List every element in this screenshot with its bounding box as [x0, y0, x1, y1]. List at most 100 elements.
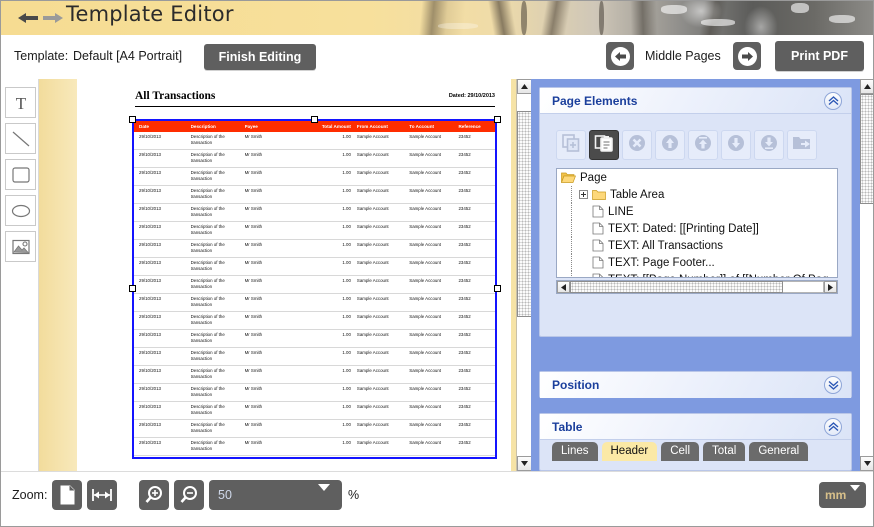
panel-scroll-thumb[interactable] [860, 94, 873, 204]
tree-item[interactable]: Page [557, 169, 837, 186]
chevron-down-icon[interactable] [824, 376, 842, 394]
tree-item[interactable]: TEXT: Page Footer... [557, 254, 837, 271]
panel-vertical-scrollbar[interactable] [860, 79, 873, 471]
arrow-down-bar-icon [759, 133, 779, 158]
table-cell: Sample Account [409, 422, 442, 427]
tree-horizontal-scrollbar[interactable] [556, 280, 838, 294]
table-cell: Sample Account [409, 260, 442, 265]
scroll-right-button[interactable] [824, 281, 837, 293]
finish-editing-button[interactable]: Finish Editing [204, 44, 316, 70]
group-button[interactable] [787, 130, 817, 160]
table-cell: Mr Smith [244, 206, 263, 211]
page-nav-label: Middle Pages [645, 49, 721, 63]
resize-handle-top-right[interactable] [494, 116, 501, 123]
table-column-header: Description [190, 124, 216, 129]
table-cell: 29/10/2013 [139, 332, 161, 337]
table-cell: 1.00 [342, 314, 351, 319]
move-down-button[interactable] [721, 130, 751, 160]
image-tool[interactable] [5, 231, 36, 262]
page-elements-header[interactable]: Page Elements [540, 88, 851, 114]
text-tool[interactable]: T [5, 87, 36, 118]
resize-handle-top-center[interactable] [311, 116, 318, 123]
table-cell: 23452 [458, 332, 471, 337]
panel-scroll-down-button[interactable] [860, 456, 873, 471]
table-cell: Sample Account [409, 278, 442, 283]
ellipse-tool[interactable] [5, 195, 36, 226]
table-group: Table Lines Header Cell Total General [539, 413, 852, 471]
table-tab-cell[interactable]: Cell [661, 442, 700, 461]
table-cell: Sample Account [356, 152, 389, 157]
print-pdf-button[interactable]: Print PDF [775, 41, 864, 71]
next-page-button[interactable] [733, 42, 761, 70]
document-page-icon [592, 205, 604, 218]
fit-width-button[interactable] [87, 480, 117, 510]
zoom-level-dropdown[interactable]: 50 [209, 480, 342, 510]
table-cell: Sample Account [409, 314, 442, 319]
folder-in-icon [792, 133, 812, 158]
document-canvas[interactable]: All Transactions Dated: 29/10/2013 Date D… [39, 79, 531, 471]
zoom-out-button[interactable] [174, 480, 204, 510]
table-tab-general[interactable]: General [749, 442, 809, 461]
units-dropdown[interactable]: mm [819, 482, 866, 508]
fit-page-button[interactable] [52, 480, 82, 510]
tree-item[interactable]: TEXT: [[Page Number]] of [[Number Of Pag [557, 271, 837, 277]
table-row: 29/10/2013 Description of the transaction… [134, 420, 495, 438]
folder-icon [592, 189, 606, 201]
line-tool[interactable] [5, 123, 36, 154]
table-cell: 1.00 [342, 134, 351, 139]
zoom-in-button[interactable] [139, 480, 169, 510]
delete-element-button[interactable] [622, 130, 652, 160]
tree-item[interactable]: Table Area [557, 186, 837, 203]
table-tab-lines[interactable]: Lines [552, 442, 598, 461]
table-cell: Mr Smith [244, 368, 263, 373]
back-arrow-icon[interactable] [15, 10, 41, 26]
scroll-left-button[interactable] [557, 281, 570, 293]
table-cell: Sample Account [356, 170, 389, 175]
table-cell: 29/10/2013 [139, 296, 161, 301]
move-to-bottom-button[interactable] [754, 130, 784, 160]
table-header[interactable]: Table [540, 414, 851, 440]
table-area-selection[interactable]: Date Description Payee Total Amount From Acc… [132, 119, 497, 459]
tree-scroll-thumb[interactable] [570, 281, 783, 293]
table-cell: Description of the transaction [190, 350, 225, 361]
page-elements-tree[interactable]: Page Table Area LINE TEXT: Dated: [[Prin… [556, 168, 838, 278]
document-page-icon [592, 273, 604, 277]
resize-handle-top-left[interactable] [129, 116, 136, 123]
duplicate-button[interactable] [589, 130, 619, 160]
forward-arrow-icon[interactable] [40, 10, 66, 26]
previous-page-button[interactable] [606, 42, 634, 70]
tree-item[interactable]: TEXT: All Transactions [557, 237, 837, 254]
rectangle-tool[interactable] [5, 159, 36, 190]
table-cell: 1.00 [342, 350, 351, 355]
resize-handle-middle-right[interactable] [494, 285, 501, 292]
move-up-button[interactable] [655, 130, 685, 160]
page-preview[interactable]: All Transactions Dated: 29/10/2013 Date D… [77, 79, 511, 471]
tree-item-label: TEXT: All Transactions [608, 239, 724, 252]
table-cell: 23452 [458, 188, 471, 193]
page-title: Template Editor [66, 2, 234, 26]
table-cell: 23452 [458, 260, 471, 265]
table-tab-total[interactable]: Total [703, 442, 746, 461]
tree-connector [571, 237, 572, 254]
table-row: 29/10/2013 Description of the transaction… [134, 258, 495, 276]
table-cell: Mr Smith [244, 134, 263, 139]
table-cell: 1.00 [342, 404, 351, 409]
table-tab-header[interactable]: Header [601, 442, 658, 461]
canvas-vertical-scrollbar[interactable] [516, 79, 532, 471]
chevron-up-icon[interactable] [824, 418, 842, 436]
tree-item[interactable]: TEXT: Dated: [[Printing Date]] [557, 220, 837, 237]
scroll-up-button[interactable] [517, 79, 532, 94]
document-page-icon [592, 256, 604, 269]
expand-plus-icon[interactable] [579, 190, 588, 199]
move-to-top-button[interactable] [688, 130, 718, 160]
position-header[interactable]: Position [540, 372, 851, 398]
chevron-up-icon[interactable] [824, 92, 842, 110]
panel-scroll-up-button[interactable] [860, 79, 873, 94]
scroll-down-button[interactable] [517, 456, 532, 471]
table-column-header: Reference [458, 124, 481, 129]
table-cell: Sample Account [409, 332, 442, 337]
tree-item[interactable]: LINE [557, 203, 837, 220]
canvas-scroll-thumb[interactable] [517, 111, 532, 317]
add-element-button[interactable] [556, 130, 586, 160]
resize-handle-middle-left[interactable] [129, 285, 136, 292]
